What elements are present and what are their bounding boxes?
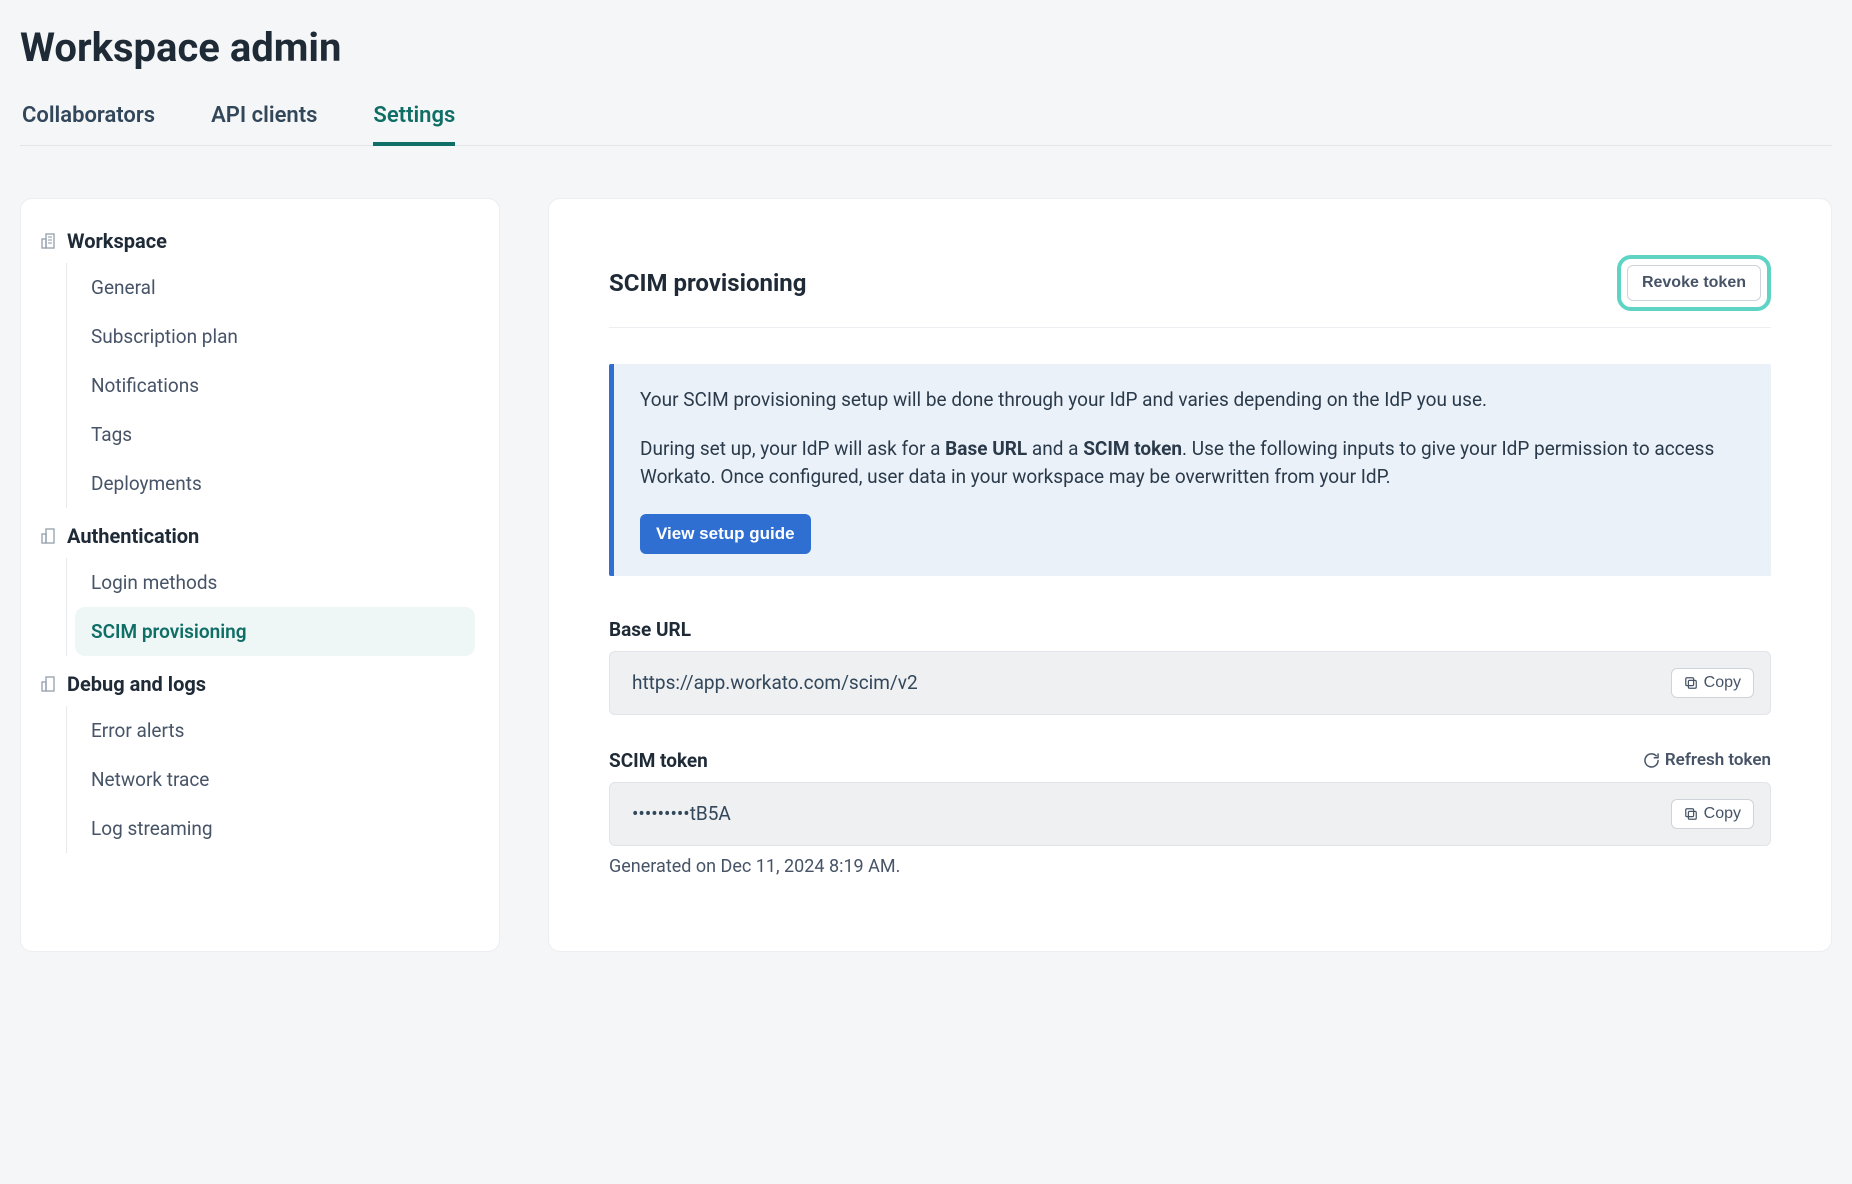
base-url-value-box: https://app.workato.com/scim/v2 Copy	[609, 651, 1771, 715]
sidebar-item-error-alerts[interactable]: Error alerts	[75, 706, 475, 755]
side-section-debug-logs: Debug and logs	[39, 666, 475, 706]
scim-token-value-box: •••••••••tB5A Copy	[609, 782, 1771, 846]
refresh-token-label: Refresh token	[1665, 750, 1771, 770]
panel-title: SCIM provisioning	[609, 269, 806, 297]
copy-icon	[1684, 807, 1698, 821]
side-section-authentication-label: Authentication	[67, 524, 199, 548]
page-title: Workspace admin	[20, 0, 1832, 103]
scim-token-label: SCIM token	[609, 749, 708, 772]
sidebar-item-network-trace[interactable]: Network trace	[75, 755, 475, 804]
side-section-workspace: Workspace	[39, 223, 475, 263]
side-section-debug-logs-label: Debug and logs	[67, 672, 206, 696]
sidebar-item-general[interactable]: General	[75, 263, 475, 312]
copy-icon	[1684, 676, 1698, 690]
tab-settings[interactable]: Settings	[373, 103, 455, 146]
scim-token-value: •••••••••tB5A	[632, 802, 731, 825]
sidebar-item-login-methods[interactable]: Login methods	[75, 558, 475, 607]
copy-scim-token-label: Copy	[1704, 805, 1741, 823]
tab-api-clients[interactable]: API clients	[211, 103, 317, 146]
sidebar-item-notifications[interactable]: Notifications	[75, 361, 475, 410]
sidebar-item-tags[interactable]: Tags	[75, 410, 475, 459]
view-setup-guide-button[interactable]: View setup guide	[640, 514, 811, 554]
sidebar-item-log-streaming[interactable]: Log streaming	[75, 804, 475, 853]
scim-panel: SCIM provisioning Revoke token Your SCIM…	[548, 198, 1832, 952]
tab-bar: Collaborators API clients Settings	[20, 103, 1832, 146]
revoke-token-highlight: Revoke token	[1617, 255, 1771, 311]
base-url-value: https://app.workato.com/scim/v2	[632, 671, 918, 694]
revoke-token-button[interactable]: Revoke token	[1627, 265, 1761, 301]
info-p2-bold1: Base URL	[945, 437, 1027, 460]
sidebar-item-scim-provisioning[interactable]: SCIM provisioning	[75, 607, 475, 656]
refresh-token-link[interactable]: Refresh token	[1644, 750, 1771, 770]
base-url-label: Base URL	[609, 618, 691, 641]
building-icon	[39, 232, 57, 250]
refresh-icon	[1644, 753, 1659, 768]
copy-base-url-button[interactable]: Copy	[1671, 668, 1754, 698]
key-icon	[39, 527, 57, 545]
info-paragraph-1: Your SCIM provisioning setup will be don…	[640, 386, 1745, 415]
info-box: Your SCIM provisioning setup will be don…	[609, 364, 1771, 576]
sidebar-item-subscription-plan[interactable]: Subscription plan	[75, 312, 475, 361]
settings-sidebar: Workspace General Subscription plan Noti…	[20, 198, 500, 952]
info-p2-mid: and a	[1027, 437, 1083, 460]
copy-scim-token-button[interactable]: Copy	[1671, 799, 1754, 829]
token-generated-note: Generated on Dec 11, 2024 8:19 AM.	[609, 856, 1771, 877]
side-section-authentication: Authentication	[39, 518, 475, 558]
bug-icon	[39, 675, 57, 693]
info-p2-prefix: During set up, your IdP will ask for a	[640, 437, 945, 460]
info-p2-bold2: SCIM token	[1083, 437, 1182, 460]
tab-collaborators[interactable]: Collaborators	[22, 103, 155, 146]
side-section-workspace-label: Workspace	[67, 229, 167, 253]
copy-base-url-label: Copy	[1704, 674, 1741, 692]
sidebar-item-deployments[interactable]: Deployments	[75, 459, 475, 508]
info-paragraph-2: During set up, your IdP will ask for a B…	[640, 435, 1745, 492]
